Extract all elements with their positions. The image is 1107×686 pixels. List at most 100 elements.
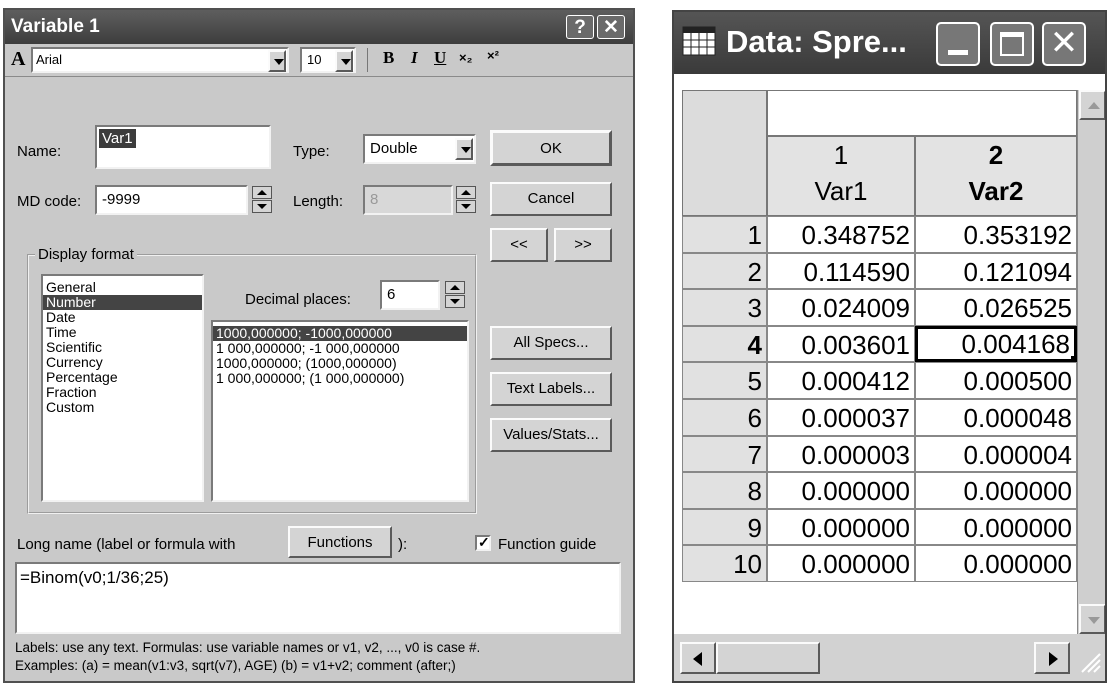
data-cell[interactable]: 0.000500 bbox=[915, 362, 1077, 399]
scroll-right-button[interactable] bbox=[1034, 642, 1070, 674]
format-option[interactable]: Scientific bbox=[43, 340, 202, 355]
maximize-button[interactable] bbox=[990, 22, 1034, 66]
column-header-2[interactable]: 2 Var2 bbox=[915, 136, 1077, 216]
arrow-left-icon bbox=[693, 652, 702, 666]
format-option[interactable]: Fraction bbox=[43, 385, 202, 400]
data-cell[interactable]: 0.000003 bbox=[767, 435, 915, 473]
column-header-1[interactable]: 1 Var1 bbox=[767, 136, 915, 216]
data-cell[interactable]: 0.353192 bbox=[915, 216, 1077, 253]
dialog-title-bar[interactable]: Variable 1 ? ✕ bbox=[5, 10, 633, 44]
data-cell[interactable]: 0.000000 bbox=[767, 472, 915, 509]
chevron-down-icon[interactable] bbox=[455, 138, 473, 160]
superscript-button[interactable]: ×² bbox=[487, 48, 499, 63]
data-cell[interactable]: 0.000048 bbox=[915, 399, 1077, 436]
close-window-button[interactable]: ✕ bbox=[1042, 22, 1086, 66]
format-option[interactable]: Custom bbox=[43, 400, 202, 415]
md-code-spinner[interactable] bbox=[252, 186, 272, 214]
previous-button[interactable]: << bbox=[490, 228, 548, 262]
row-header[interactable]: 7 bbox=[682, 435, 767, 473]
data-cell[interactable]: 0.000000 bbox=[767, 508, 915, 546]
bold-button[interactable]: B bbox=[383, 48, 394, 68]
data-cell[interactable]: 0.000000 bbox=[915, 508, 1077, 546]
data-cell[interactable]: 0.026525 bbox=[915, 289, 1077, 326]
format-list[interactable]: General Number Date Time Scientific Currency P… bbox=[41, 274, 204, 502]
row-header[interactable]: 10 bbox=[682, 545, 767, 582]
subscript-button[interactable]: ×₂ bbox=[459, 50, 472, 65]
active-cell[interactable]: 0.004168 bbox=[915, 325, 1077, 363]
scroll-thumb[interactable] bbox=[716, 642, 820, 674]
scroll-down-button[interactable] bbox=[1079, 604, 1105, 634]
name-input[interactable]: Var1 bbox=[95, 125, 271, 169]
format-option[interactable]: Percentage bbox=[43, 370, 202, 385]
format-option[interactable]: Date bbox=[43, 310, 202, 325]
decimal-places-value: 6 bbox=[387, 286, 396, 303]
data-cell[interactable]: 0.000000 bbox=[915, 472, 1077, 509]
pattern-option[interactable]: 1 000,000000; -1 000,000000 bbox=[213, 341, 467, 356]
data-cell[interactable]: 0.000004 bbox=[915, 435, 1077, 473]
data-cell[interactable]: 0.121094 bbox=[915, 252, 1077, 290]
data-cell[interactable]: 0.000000 bbox=[767, 545, 915, 582]
row-header[interactable]: 8 bbox=[682, 472, 767, 509]
spreadsheet-title-bar[interactable]: Data: Spre... ✕ bbox=[674, 12, 1105, 74]
data-cell[interactable]: 0.348752 bbox=[767, 216, 915, 253]
format-option[interactable]: Currency bbox=[43, 355, 202, 370]
data-cell[interactable]: 0.114590 bbox=[767, 252, 915, 290]
pattern-list[interactable]: 1000,000000; -1000,000000 1 000,000000; -… bbox=[211, 320, 469, 502]
pattern-option[interactable]: 1 000,000000; (1 000,000000) bbox=[213, 371, 467, 386]
functions-button[interactable]: Functions bbox=[288, 526, 392, 558]
md-code-input[interactable]: -9999 bbox=[95, 185, 248, 215]
spin-up-icon[interactable] bbox=[445, 281, 465, 294]
row-header[interactable]: 3 bbox=[682, 289, 767, 326]
data-cell[interactable]: 0.000037 bbox=[767, 399, 915, 436]
chevron-down-icon[interactable] bbox=[268, 50, 286, 72]
row-header[interactable]: 9 bbox=[682, 508, 767, 546]
spin-down-icon[interactable] bbox=[252, 200, 272, 213]
vertical-scrollbar[interactable] bbox=[1077, 90, 1105, 634]
font-name-select[interactable]: Arial bbox=[31, 47, 289, 73]
chevron-down-icon[interactable] bbox=[335, 50, 353, 72]
next-button[interactable]: >> bbox=[554, 228, 612, 262]
function-guide-checkbox[interactable]: ✓ bbox=[475, 534, 491, 551]
data-cell[interactable]: 0.000412 bbox=[767, 362, 915, 399]
values-stats-button[interactable]: Values/Stats... bbox=[490, 418, 612, 452]
column-name: Var1 bbox=[814, 176, 868, 206]
row-header[interactable]: 2 bbox=[682, 252, 767, 290]
row-header[interactable]: 4 bbox=[682, 325, 767, 363]
format-option[interactable]: Number bbox=[43, 295, 202, 310]
formula-input[interactable]: =Binom(v0;1/36;25) bbox=[15, 562, 621, 634]
data-cell[interactable]: 0.003601 bbox=[767, 325, 915, 363]
data-cell[interactable]: 0.024009 bbox=[767, 289, 915, 326]
row-header[interactable]: 6 bbox=[682, 399, 767, 436]
corner-cell[interactable] bbox=[682, 90, 767, 216]
column-number: 2 bbox=[988, 140, 1004, 170]
row-header[interactable]: 5 bbox=[682, 362, 767, 399]
font-size-select[interactable]: 10 bbox=[300, 47, 356, 73]
spin-up-icon[interactable] bbox=[252, 186, 272, 199]
md-code-label: MD code: bbox=[17, 193, 82, 210]
format-option[interactable]: General bbox=[43, 280, 202, 295]
decimal-places-spinner[interactable] bbox=[445, 281, 465, 309]
spin-down-icon[interactable] bbox=[445, 295, 465, 308]
minimize-button[interactable] bbox=[936, 22, 980, 66]
resize-grip-icon[interactable] bbox=[1078, 648, 1102, 674]
ok-button[interactable]: OK bbox=[490, 130, 612, 166]
help-button[interactable]: ? bbox=[566, 15, 594, 39]
close-button[interactable]: ✕ bbox=[597, 15, 625, 39]
pattern-option[interactable]: 1000,000000; -1000,000000 bbox=[213, 326, 467, 341]
long-name-suffix: ): bbox=[398, 536, 408, 553]
underline-button[interactable]: U bbox=[434, 48, 446, 68]
text-labels-button[interactable]: Text Labels... bbox=[490, 372, 612, 406]
pattern-option[interactable]: 1000,000000; (1000,000000) bbox=[213, 356, 467, 371]
type-select[interactable]: Double bbox=[363, 134, 476, 164]
all-specs-button[interactable]: All Specs... bbox=[490, 326, 612, 360]
format-option[interactable]: Time bbox=[43, 325, 202, 340]
scroll-left-button[interactable] bbox=[680, 642, 716, 674]
data-cell[interactable]: 0.000000 bbox=[915, 545, 1077, 582]
row-header[interactable]: 1 bbox=[682, 216, 767, 253]
cancel-button[interactable]: Cancel bbox=[490, 182, 612, 216]
italic-button[interactable]: I bbox=[411, 48, 418, 68]
horizontal-scrollbar[interactable] bbox=[674, 634, 1105, 681]
decimal-places-input[interactable]: 6 bbox=[380, 280, 440, 310]
scroll-up-button[interactable] bbox=[1079, 90, 1105, 120]
type-label: Type: bbox=[293, 143, 330, 160]
